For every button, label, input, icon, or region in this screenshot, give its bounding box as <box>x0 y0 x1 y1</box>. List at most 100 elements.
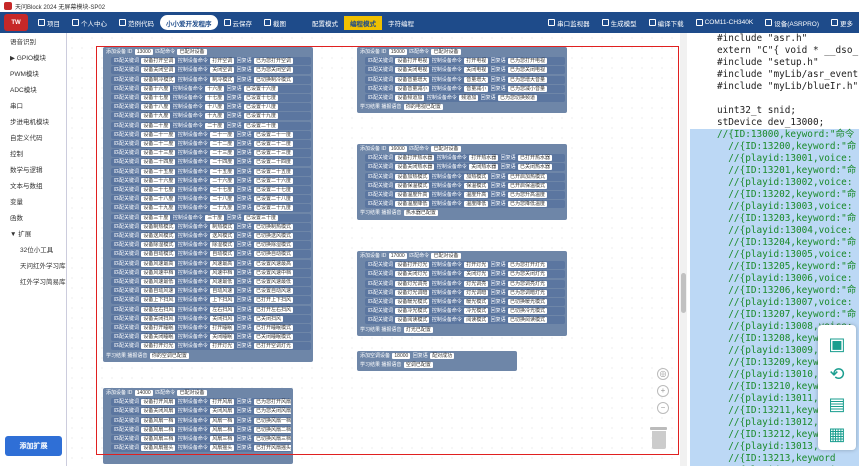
sidebar-category-11[interactable]: 函数 <box>0 209 66 225</box>
toolbar-right-button-3[interactable]: COM11-CH340K <box>690 15 760 30</box>
toolbar-right-label: 串口监视器 <box>557 20 590 28</box>
user-icon <box>72 19 79 26</box>
code-line-text: //{playid:13002,voice: <box>717 177 853 188</box>
code-line[interactable]: #include "setup.h" <box>690 57 859 69</box>
screenshot-icon <box>264 19 271 26</box>
code-line-text: //{playid:13001,voice: <box>717 153 853 164</box>
sidebar-category-13[interactable]: 32位小工具 <box>0 241 66 257</box>
code-line[interactable]: //{ID:13213,keyword <box>690 453 859 465</box>
code-line-text: //{playid:13011,vo <box>717 393 830 404</box>
code-line[interactable]: //{ID:13202,keyword:"命 <box>690 189 859 201</box>
code-line[interactable]: //{playid:13007,voice: <box>690 297 859 309</box>
code-line[interactable]: //{playid:13005,voice: <box>690 249 859 261</box>
sidebar-category-5[interactable]: 步进电机模块 <box>0 113 66 129</box>
port-icon <box>695 19 703 26</box>
workspace-scrollbar[interactable] <box>680 33 687 466</box>
toolbar-right-button-1[interactable]: 生成模型 <box>596 15 643 30</box>
scrollbar-thumb[interactable] <box>681 273 686 313</box>
code-line[interactable]: stDevice dev_13000; <box>690 117 859 129</box>
toolbar-button-label: 个人中心 <box>81 20 107 28</box>
code-line[interactable]: //{playid:13002,voice: <box>690 177 859 189</box>
code-line-text: //{ID:13201,keyword:"命 <box>717 165 857 176</box>
sidebar-category-6[interactable]: 自定义代码 <box>0 129 66 145</box>
code-line-text: //{playid:13003,voice: <box>717 201 853 212</box>
toolbar-right-label: 更多 <box>840 20 853 28</box>
code-line[interactable]: #include "myLib/asr_event <box>690 69 859 81</box>
device-icon <box>765 19 773 26</box>
floating-tools-panel: ▣ ⟲ ▤ ▦ <box>818 325 856 450</box>
mode-switch: 配置模式 编程模式 字符编程 <box>306 15 420 30</box>
toolbar-button-label: 小小爱开发程序 <box>166 20 212 28</box>
sidebar-category-0[interactable]: 语音识别 <box>0 33 66 49</box>
code-line-text: stDevice dev_13000; <box>717 117 825 128</box>
code-line[interactable]: //{playid:13003,voice: <box>690 201 859 213</box>
sidebar-category-12[interactable]: ▼ 扩展 <box>0 225 66 241</box>
sidebar-category-15[interactable]: 红外学习简易库 <box>0 273 66 289</box>
mode-tab-2[interactable]: 字符编程 <box>382 16 420 30</box>
toolbar-right-button-5[interactable]: 更多 <box>825 15 859 30</box>
toolbar-button-1[interactable]: 个人中心 <box>66 15 113 30</box>
add-extension-button[interactable]: 添加扩展 <box>5 436 62 456</box>
code-line[interactable] <box>690 93 859 105</box>
code-line-text: //{playid:13009,vo <box>717 345 830 356</box>
code-line[interactable]: //{ID:13200,keyword:"命 <box>690 141 859 153</box>
code-line-text: #include "asr.h" <box>717 33 808 44</box>
sidebar-category-7[interactable]: 控制 <box>0 145 66 161</box>
sidebar-category-3[interactable]: ADC模块 <box>0 81 66 97</box>
sidebar-category-4[interactable]: 串口 <box>0 97 66 113</box>
code-line-text: //{playid:13005,voice: <box>717 249 853 260</box>
code-line[interactable]: //{ID:13201,keyword:"命 <box>690 165 859 177</box>
code-line[interactable]: uint32_t snid; <box>690 105 859 117</box>
document-icon[interactable]: ▤ <box>826 393 848 415</box>
code-line[interactable]: extern "C"{ void * __dso_ <box>690 45 859 57</box>
sidebar-category-2[interactable]: PWM模块 <box>0 65 66 81</box>
toolbar-button-4[interactable]: 云保存 <box>218 15 259 30</box>
main-toolbar: TW 项目 个人中心 范例代码 小小爱开发程序 云保存 截图 配置模式 编程模式 字符编程 串… <box>0 12 859 33</box>
mode-tab-1[interactable]: 编程模式 <box>344 15 382 30</box>
code-line-text: //{ID:13000,keyword:"命令 <box>717 129 855 140</box>
code-line-text: //{playid:13012,vo <box>717 417 830 428</box>
toolbar-right-label: 生成模型 <box>610 20 637 28</box>
toolbar-button-2[interactable]: 范例代码 <box>113 15 160 30</box>
image-share-icon[interactable]: ▣ <box>826 333 848 355</box>
code-line[interactable]: //{ID:13203,keyword:"命 <box>690 213 859 225</box>
download-icon <box>648 19 656 26</box>
code-line[interactable]: //{ID:13206,keyword:"命 <box>690 285 859 297</box>
share-icon[interactable]: ⟲ <box>826 363 848 385</box>
code-line[interactable]: //{ID:13204,keyword:"命 <box>690 237 859 249</box>
code-line[interactable]: //{ID:13000,keyword:"命令 <box>690 129 859 141</box>
trash-icon[interactable] <box>650 427 667 449</box>
toolbar-button-3[interactable]: 小小爱开发程序 <box>160 15 218 30</box>
code-line-text: //{ID:13204,keyword:"命 <box>717 237 857 248</box>
code-icon <box>119 19 126 26</box>
qrcode-icon[interactable]: ▦ <box>826 423 848 445</box>
toolbar-right-button-2[interactable]: 编译下载 <box>643 15 690 30</box>
code-line[interactable]: //{playid:13006,voice: <box>690 273 859 285</box>
code-line-text: //{ID:13205,keyword:"命 <box>717 261 857 272</box>
sidebar-category-9[interactable]: 文本与数组 <box>0 177 66 193</box>
toolbar-button-5[interactable]: 截图 <box>258 15 292 30</box>
code-line-text: //{playid:13004,voice: <box>717 225 853 236</box>
code-line[interactable]: //{playid:13004,voice: <box>690 225 859 237</box>
toolbar-button-0[interactable]: 项目 <box>32 15 66 30</box>
code-line[interactable]: //{playid:13001,voice: <box>690 153 859 165</box>
center-view-button[interactable]: ◎ <box>657 368 669 380</box>
code-line-text: //{ID:13207,keyword:"命 <box>717 309 857 320</box>
code-line-text: uint32_t snid; <box>717 105 797 116</box>
sidebar-category-14[interactable]: 天问红外学习库 <box>0 257 66 273</box>
code-line[interactable]: //{ID:13207,keyword:"命 <box>690 309 859 321</box>
toolbar-right-button-4[interactable]: 设备(ASRPRO) <box>759 15 825 30</box>
code-line-text: //{playid:13013,vo <box>717 441 830 452</box>
sidebar-category-1[interactable]: ▶ GPIO模块 <box>0 49 66 65</box>
toolbar-right-button-0[interactable]: 串口监视器 <box>542 15 596 30</box>
code-line[interactable]: #include "asr.h" <box>690 33 859 45</box>
mode-tab-0[interactable]: 配置模式 <box>306 16 344 30</box>
zoom-out-button[interactable]: − <box>657 402 669 414</box>
toolbar-button-label: 范例代码 <box>128 20 154 28</box>
code-line[interactable]: #include "myLib/blueIr.h" <box>690 81 859 93</box>
code-line[interactable]: //{ID:13205,keyword:"命 <box>690 261 859 273</box>
sidebar-category-8[interactable]: 数学与逻辑 <box>0 161 66 177</box>
block-workspace[interactable]: 添加设备 ID 13000 匹配命令 已配对设备 匹配关键词 设备打开空调 控制… <box>67 33 687 466</box>
zoom-in-button[interactable]: + <box>657 385 669 397</box>
sidebar-category-10[interactable]: 变量 <box>0 193 66 209</box>
